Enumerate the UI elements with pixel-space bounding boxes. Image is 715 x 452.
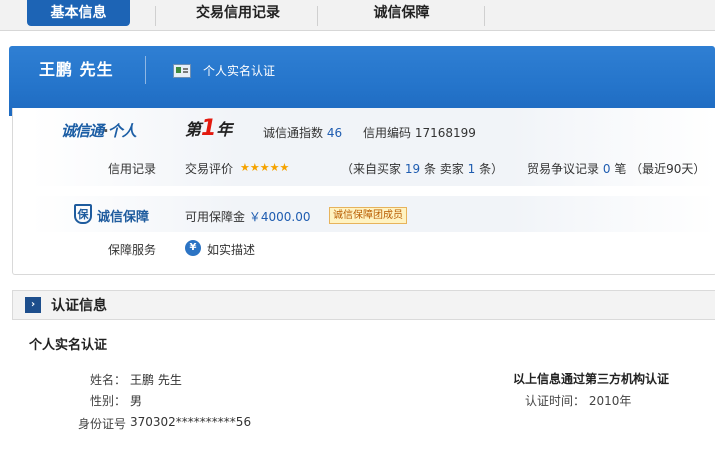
guarantee-service-label: 保障服务 bbox=[108, 243, 157, 257]
rating-stars-icon: ★★★★★ bbox=[240, 161, 290, 174]
third-party-auth-note: 以上信息通过第三方机构认证 bbox=[513, 372, 670, 386]
dispute-unit: 笔 bbox=[614, 162, 627, 176]
logo-person-text: 个人 bbox=[107, 122, 137, 140]
buyer-count[interactable]: 19 bbox=[405, 162, 420, 176]
field-label-name: 姓名： bbox=[89, 373, 126, 387]
header-divider bbox=[145, 56, 146, 84]
credit-index-value[interactable]: 46 bbox=[327, 126, 342, 140]
rating-source-mid: 条 卖家 bbox=[423, 162, 464, 176]
deposit-label: 可用保障金 bbox=[185, 210, 246, 224]
auth-section-title: 认证信息 bbox=[51, 298, 107, 314]
guarantee-member-badge[interactable]: 诚信保障团成员 bbox=[329, 207, 407, 224]
tab-divider bbox=[155, 6, 156, 26]
field-label-id-number: 身份证号 bbox=[77, 417, 126, 431]
real-name-verified-label: 个人实名认证 bbox=[203, 64, 276, 78]
credit-code: 信用编码 17168199 bbox=[363, 124, 476, 141]
credit-card: 诚信通·个人 第1年 诚信通指数 46 信用编码 17168199 信用记录 交… bbox=[12, 108, 715, 275]
credit-code-value: 17168199 bbox=[414, 126, 476, 140]
accurate-description-service[interactable]: 如实描述 bbox=[207, 241, 255, 258]
auth-time: 认证时间： 2010年 bbox=[525, 392, 631, 409]
auth-time-value: 2010年 bbox=[588, 394, 632, 408]
chengxintong-logo: 诚信通·个人 bbox=[61, 120, 137, 141]
credit-index: 诚信通指数 46 bbox=[263, 124, 342, 141]
rating-source-close: 条） bbox=[479, 162, 504, 176]
seller-count[interactable]: 1 bbox=[468, 162, 476, 176]
integrity-guarantee-title: 诚信保障 bbox=[97, 210, 150, 225]
tab-basic-info[interactable]: 基本信息 bbox=[27, 0, 130, 26]
rating-source-open: （来自买家 bbox=[341, 162, 402, 176]
profile-header: 王鹏 先生 个人实名认证 bbox=[9, 46, 715, 116]
credit-code-label: 信用编码 bbox=[363, 126, 412, 140]
user-name: 王鹏 先生 bbox=[39, 60, 114, 79]
dispute-label: 贸易争议记录 bbox=[527, 162, 600, 176]
trade-rating-label: 交易评价 bbox=[185, 162, 234, 176]
yen-shield-icon: ¥ bbox=[185, 240, 201, 256]
auth-section-header: › 认证信息 bbox=[12, 290, 715, 320]
auth-subtitle: 个人实名认证 bbox=[29, 338, 108, 353]
tab-integrity-guarantee[interactable]: 诚信保障 bbox=[340, 0, 463, 26]
rank-prefix: 第 bbox=[185, 120, 202, 139]
shield-icon: 保 bbox=[74, 204, 92, 224]
rating-source: （来自买家 19 条 卖家 1 条） bbox=[341, 160, 503, 177]
dispute-count[interactable]: 0 bbox=[603, 162, 611, 176]
tab-trade-credit-record[interactable]: 交易信用记录 bbox=[175, 0, 301, 26]
logo-main-text: 诚信通 bbox=[61, 122, 104, 140]
deposit: 可用保障金 ￥4000.00 bbox=[185, 208, 310, 225]
dispute-period: （最近90天） bbox=[630, 162, 706, 176]
field-value-name: 王鹏 先生 bbox=[130, 373, 182, 387]
dispute-record: 贸易争议记录 0 笔 （最近90天） bbox=[527, 160, 705, 177]
field-label-gender: 性别： bbox=[89, 394, 126, 408]
credit-index-label: 诚信通指数 bbox=[263, 126, 324, 140]
chevron-right-icon: › bbox=[25, 297, 41, 313]
field-value-gender: 男 bbox=[130, 394, 143, 408]
tab-divider bbox=[317, 6, 318, 26]
field-value-id-number: 370302**********56 bbox=[130, 415, 252, 429]
tab-divider bbox=[484, 6, 485, 26]
auth-time-label: 认证时间： bbox=[525, 394, 586, 408]
deposit-value: ￥4000.00 bbox=[248, 210, 311, 224]
credit-record-label: 信用记录 bbox=[108, 162, 157, 176]
rank-suffix: 年 bbox=[216, 120, 233, 139]
rank-number: 1 bbox=[201, 116, 217, 141]
membership-year: 第1年 bbox=[185, 116, 232, 141]
tab-bar: 基本信息 交易信用记录 诚信保障 bbox=[0, 0, 715, 31]
id-card-icon bbox=[173, 64, 191, 78]
